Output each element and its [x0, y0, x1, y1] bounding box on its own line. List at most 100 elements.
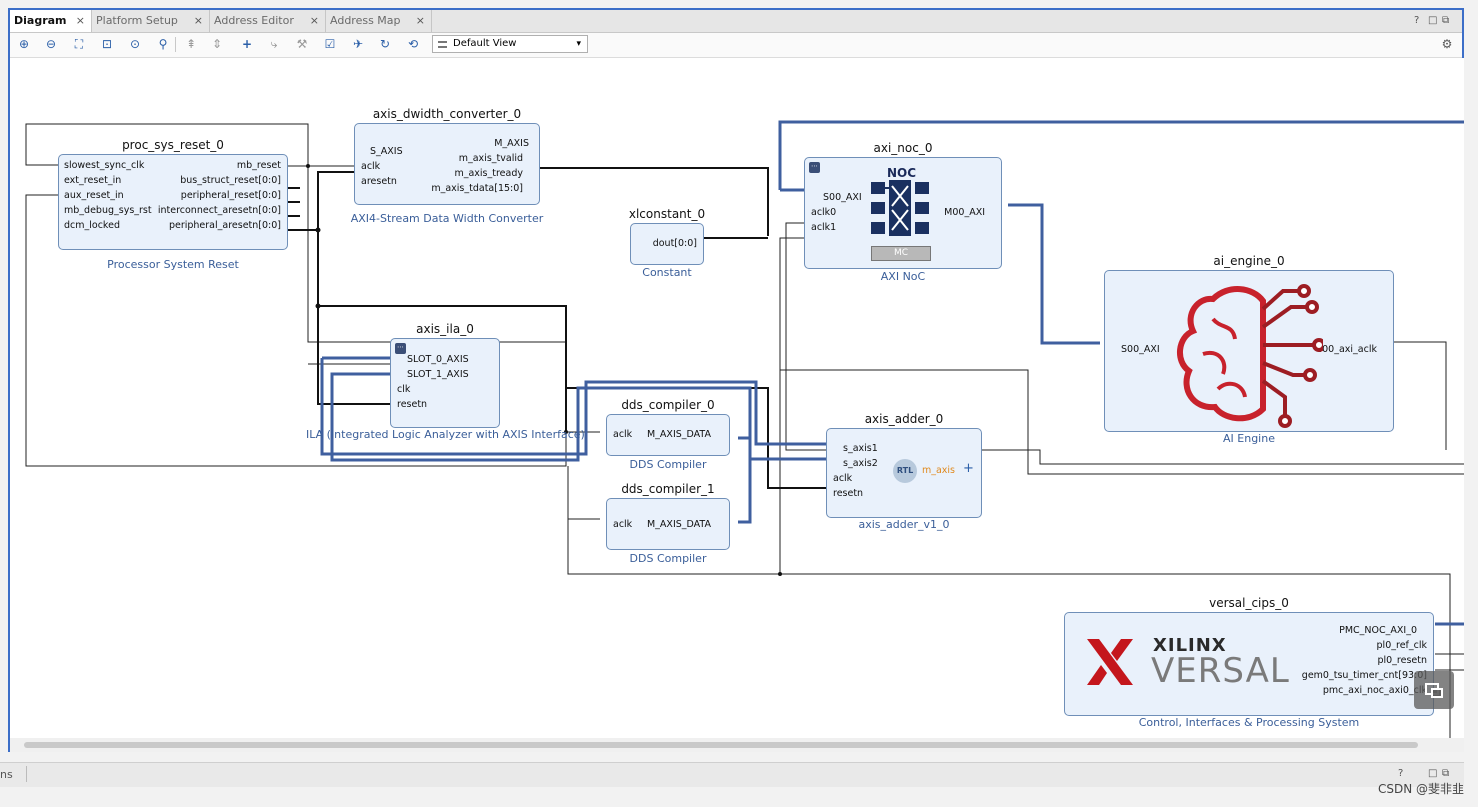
axis-adder-block[interactable]: s_axis1 s_axis2 aclk resetn RTL m_axis + [826, 428, 982, 518]
close-icon[interactable]: × [76, 10, 85, 32]
add-ip-icon[interactable]: + [238, 35, 256, 53]
zoom-in-icon[interactable]: ⊕ [15, 35, 33, 53]
collapse-all-icon[interactable]: ⇞ [182, 35, 200, 53]
scrollbar-thumb[interactable] [24, 742, 1418, 748]
gear-icon[interactable]: ⚙ [1438, 35, 1456, 53]
pin-label[interactable]: SLOT_0_AXIS [407, 354, 469, 366]
pin-label[interactable]: s_axis2 [843, 458, 878, 470]
pin-label[interactable]: s_axis1 [843, 443, 878, 455]
pin-label[interactable]: aclk [361, 161, 380, 173]
restore-icon[interactable]: □ [1428, 768, 1437, 779]
block-menu-icon[interactable]: ⋯ [809, 162, 820, 173]
tab-address-editor[interactable]: Address Editor × [210, 10, 326, 32]
maximize-icon[interactable]: ⧉ [1442, 768, 1449, 779]
dds-compiler-0-block[interactable]: aclk M_AXIS_DATA [606, 414, 730, 456]
pin-label[interactable]: pl0_resetn [1377, 655, 1427, 667]
pin-label[interactable]: M_AXIS [494, 138, 529, 150]
view-icon [438, 41, 447, 48]
restore-icon[interactable]: □ [1428, 10, 1437, 32]
versal-cips-block[interactable]: XILINX VERSAL PMC_NOC_AXI_0 pl0_ref_clk … [1064, 612, 1434, 716]
versal-wordmark: VERSAL [1151, 651, 1290, 691]
pin-label[interactable]: slowest_sync_clk [64, 160, 144, 172]
pin-label[interactable]: aresetn [361, 176, 397, 188]
axi-noc-block[interactable]: ⋯ S00_AXI aclk0 aclk1 M00_AXI NOC MC [804, 157, 1002, 269]
pin-label[interactable]: mb_debug_sys_rst [64, 205, 152, 217]
wire [1394, 341, 1447, 450]
pin-label[interactable]: m_axis_tvalid [459, 153, 523, 165]
diagram-canvas[interactable]: proc_sys_reset_0 slowest_sync_clk ext_re… [10, 58, 1464, 738]
pin-label[interactable]: SLOT_1_AXIS [407, 369, 469, 381]
wrench-icon[interactable]: ⚒ [293, 35, 311, 53]
help-icon[interactable]: ? [1398, 768, 1403, 779]
dds-compiler-1-block[interactable]: aclk M_AXIS_DATA [606, 498, 730, 550]
ai-engine-block[interactable]: S00_AXI s00_axi_aclk [1104, 270, 1394, 432]
close-icon[interactable]: × [416, 10, 425, 32]
help-icon[interactable]: ? [1414, 10, 1419, 32]
view-select[interactable]: Default View ▾ [432, 35, 588, 53]
auto-fit-icon[interactable]: ⊙ [126, 35, 144, 53]
add-module-icon[interactable]: ⤷ [265, 35, 283, 53]
expand-all-icon[interactable]: ⇕ [208, 35, 226, 53]
pin-label[interactable]: dout[0:0] [653, 238, 697, 250]
pin-label[interactable]: resetn [833, 488, 863, 500]
pin-label[interactable]: s00_axi_aclk [1317, 344, 1377, 356]
pin-label[interactable]: M_AXIS_DATA [647, 429, 711, 441]
pin-label[interactable]: gem0_tsu_timer_cnt[93:0] [1302, 670, 1427, 682]
close-icon[interactable]: × [194, 10, 203, 32]
pin-label[interactable]: bus_struct_reset[0:0] [180, 175, 281, 187]
pin-label[interactable]: aux_reset_in [64, 190, 124, 202]
pin-label[interactable]: clk [397, 384, 410, 396]
pin-label[interactable]: resetn [397, 399, 427, 411]
pin-label[interactable]: PMC_NOC_AXI_0 [1339, 625, 1417, 637]
chevron-down-icon: ▾ [576, 39, 581, 49]
picture-in-picture-button[interactable] [1414, 671, 1454, 709]
pin-label[interactable]: peripheral_aresetn[0:0] [169, 220, 281, 232]
pin-label[interactable]: aclk0 [811, 207, 836, 219]
pin-label[interactable]: aclk [613, 429, 632, 441]
zoom-out-icon[interactable]: ⊖ [42, 35, 60, 53]
pin-label[interactable]: dcm_locked [64, 220, 120, 232]
bottom-tab-label[interactable]: ns [0, 768, 13, 781]
search-icon[interactable]: ⚲ [154, 35, 172, 53]
pin-label[interactable]: aclk [613, 519, 632, 531]
pin-label[interactable]: interconnect_aresetn[0:0] [158, 205, 281, 217]
bottom-panel: ns ? □ ⧉ [0, 762, 1464, 787]
tab-diagram[interactable]: Diagram × [10, 10, 92, 32]
block-title: versal_cips_0 [1209, 596, 1289, 610]
tab-platform-setup[interactable]: Platform Setup × [92, 10, 210, 32]
zoom-fit-icon[interactable]: ⛶ [70, 35, 88, 53]
maximize-icon[interactable]: ⧉ [1442, 10, 1449, 32]
pin-label[interactable]: aclk [833, 473, 852, 485]
close-icon[interactable]: × [310, 10, 319, 32]
pin-label[interactable]: S00_AXI [1121, 344, 1160, 356]
regenerate-layout-icon[interactable]: ⟲ [404, 35, 422, 53]
run-automation-icon[interactable]: ✈ [349, 35, 367, 53]
refresh-icon[interactable]: ↻ [376, 35, 394, 53]
proc-sys-reset-block[interactable]: slowest_sync_clk ext_reset_in aux_reset_… [58, 154, 288, 250]
wire [1008, 203, 1100, 345]
pin-label[interactable]: m_axis_tready [454, 168, 523, 180]
expand-icon[interactable]: + [963, 462, 974, 475]
pin-label[interactable]: M_AXIS_DATA [647, 519, 711, 531]
pin-label[interactable]: peripheral_reset[0:0] [181, 190, 281, 202]
pin-label[interactable]: ext_reset_in [64, 175, 121, 187]
fit-selection-icon[interactable]: ⊡ [98, 35, 116, 53]
block-title: axi_noc_0 [873, 141, 933, 155]
pin-label[interactable]: aclk1 [811, 222, 836, 234]
tab-address-map[interactable]: Address Map × [326, 10, 432, 32]
pin-label[interactable]: S_AXIS [370, 146, 403, 158]
pin-label[interactable]: m_axis [922, 465, 955, 477]
pin-label[interactable]: S00_AXI [823, 192, 862, 204]
pin-label[interactable]: m_axis_tdata[15:0] [431, 183, 523, 195]
horizontal-scrollbar[interactable] [10, 738, 1464, 752]
axis-dwidth-converter-block[interactable]: S_AXIS aclk aresetn M_AXIS m_axis_tvalid… [354, 123, 540, 205]
pin-label[interactable]: pl0_ref_clk [1377, 640, 1427, 652]
pin-label[interactable]: pmc_axi_noc_axi0_clk [1323, 685, 1427, 697]
validate-icon[interactable]: ☑ [321, 35, 339, 53]
axis-ila-block[interactable]: ⋯ SLOT_0_AXIS SLOT_1_AXIS clk resetn [390, 338, 500, 428]
tab-label: Address Map [330, 14, 401, 27]
xlconstant-block[interactable]: dout[0:0] [630, 223, 704, 265]
pin-label[interactable]: M00_AXI [944, 207, 985, 219]
pin-label[interactable]: mb_reset [237, 160, 281, 172]
block-menu-icon[interactable]: ⋯ [395, 343, 406, 354]
